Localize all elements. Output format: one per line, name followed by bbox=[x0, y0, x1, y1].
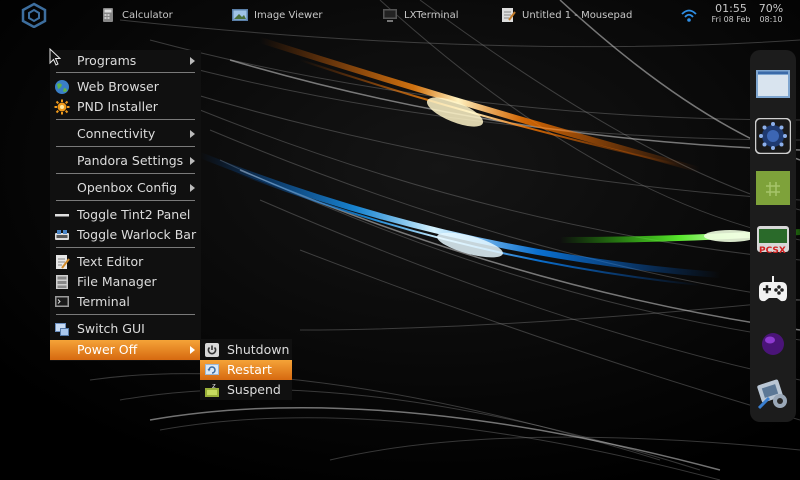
menu-item-power-off[interactable]: Power Off bbox=[50, 340, 201, 360]
warlock-bar-icon bbox=[55, 230, 69, 240]
menu-item-label: Restart bbox=[227, 362, 272, 377]
menu-item-label: Power Off bbox=[77, 342, 138, 357]
top-panel: Calculator Image Viewer LXTerminal Untit… bbox=[0, 0, 800, 30]
menu-separator bbox=[56, 72, 195, 73]
pcsx-app-icon[interactable]: PCSX bbox=[755, 222, 791, 258]
menu-item-label: Toggle Tint2 Panel bbox=[77, 207, 191, 222]
menu-item-restart[interactable]: Restart bbox=[200, 360, 292, 380]
window-app-icon[interactable] bbox=[755, 66, 791, 102]
main-menu: Programs Web Browser PND Installer Conne… bbox=[50, 50, 201, 361]
svg-text:z: z bbox=[212, 382, 216, 390]
terminal-icon bbox=[55, 296, 69, 307]
submenu-arrow-icon bbox=[190, 157, 195, 165]
menu-item-file-manager[interactable]: File Manager bbox=[50, 272, 201, 292]
image-viewer-icon bbox=[232, 9, 248, 21]
gamepad-icon[interactable] bbox=[755, 274, 791, 310]
task-lxterminal[interactable]: LXTerminal bbox=[382, 6, 459, 24]
pnd-installer-icon bbox=[54, 99, 70, 115]
task-label: Untitled 1 - Mousepad bbox=[522, 9, 633, 21]
file-manager-icon bbox=[56, 275, 68, 289]
menu-item-label: Openbox Config bbox=[77, 180, 178, 195]
panel-toggle-icon bbox=[55, 214, 69, 217]
menu-item-toggle-tint2-panel[interactable]: Toggle Tint2 Panel bbox=[50, 205, 201, 225]
menu-item-label: Pandora Settings bbox=[77, 153, 184, 168]
wifi-icon[interactable] bbox=[680, 7, 698, 23]
menu-item-label: Toggle Warlock Bar bbox=[77, 227, 197, 242]
clock[interactable]: 01:55 Fri 08 Feb bbox=[706, 3, 756, 25]
film-settings-icon[interactable] bbox=[755, 376, 791, 412]
clock-time: 01:55 bbox=[715, 2, 747, 15]
shutdown-icon bbox=[205, 343, 219, 357]
menu-item-terminal[interactable]: Terminal bbox=[50, 292, 201, 312]
restart-icon bbox=[205, 364, 219, 375]
task-mousepad[interactable]: Untitled 1 - Mousepad bbox=[500, 6, 632, 24]
purple-orb-app-icon[interactable] bbox=[755, 326, 791, 362]
submenu-arrow-icon bbox=[190, 184, 195, 192]
menu-separator bbox=[56, 119, 195, 120]
menu-item-web-browser[interactable]: Web Browser bbox=[50, 77, 201, 97]
submenu-arrow-icon bbox=[190, 57, 195, 65]
terminal-icon bbox=[383, 9, 397, 22]
menu-item-shutdown[interactable]: Shutdown bbox=[200, 340, 292, 360]
menu-separator bbox=[56, 146, 195, 147]
menu-item-toggle-warlock-bar[interactable]: Toggle Warlock Bar bbox=[50, 225, 201, 245]
globe-icon bbox=[55, 80, 69, 94]
submenu-arrow-icon bbox=[190, 346, 195, 354]
menu-item-programs[interactable]: Programs bbox=[50, 51, 201, 71]
green-square-app-icon[interactable] bbox=[755, 170, 791, 206]
task-label: Image Viewer bbox=[254, 9, 323, 21]
calculator-icon bbox=[103, 8, 113, 22]
task-label: LXTerminal bbox=[404, 9, 459, 21]
menu-item-label: Suspend bbox=[227, 382, 281, 397]
task-image-viewer[interactable]: Image Viewer bbox=[232, 6, 323, 24]
menu-item-suspend[interactable]: z Suspend bbox=[200, 380, 292, 400]
menu-item-label: File Manager bbox=[77, 274, 157, 289]
mouse-cursor-icon bbox=[49, 48, 61, 66]
power-off-submenu: Shutdown Restart z Suspend bbox=[200, 339, 292, 400]
task-calculator[interactable]: Calculator bbox=[100, 6, 173, 24]
menu-item-label: Terminal bbox=[77, 294, 130, 309]
menu-item-label: PND Installer bbox=[77, 99, 158, 114]
menu-separator bbox=[56, 247, 195, 248]
menu-separator bbox=[56, 173, 195, 174]
menu-item-label: Shutdown bbox=[227, 342, 290, 357]
menu-item-switch-gui[interactable]: Switch GUI bbox=[50, 319, 201, 339]
blue-gear-app-icon[interactable] bbox=[755, 118, 791, 154]
svg-text:PCSX: PCSX bbox=[759, 246, 786, 256]
switch-gui-icon bbox=[55, 323, 69, 336]
suspend-icon: z bbox=[205, 382, 219, 397]
submenu-arrow-icon bbox=[190, 130, 195, 138]
clock-date: Fri 08 Feb bbox=[711, 15, 751, 24]
app-dock: PCSX bbox=[750, 50, 796, 422]
menu-item-pnd-installer[interactable]: PND Installer bbox=[50, 97, 201, 117]
menu-item-label: Text Editor bbox=[77, 254, 144, 269]
menu-item-connectivity[interactable]: Connectivity bbox=[50, 124, 201, 144]
battery-time: 08:10 bbox=[759, 15, 783, 24]
menu-separator bbox=[56, 200, 195, 201]
menu-item-label: Programs bbox=[77, 53, 137, 68]
menu-item-label: Connectivity bbox=[77, 126, 156, 141]
menu-item-pandora-settings[interactable]: Pandora Settings bbox=[50, 151, 201, 171]
menu-item-text-editor[interactable]: Text Editor bbox=[50, 252, 201, 272]
task-label: Calculator bbox=[122, 9, 173, 21]
text-editor-icon bbox=[502, 8, 516, 22]
battery-percent: 70% bbox=[758, 2, 784, 15]
text-editor-icon bbox=[56, 255, 70, 269]
menu-item-label: Web Browser bbox=[77, 79, 159, 94]
battery-indicator[interactable]: 70% 08:10 bbox=[756, 3, 786, 25]
menu-item-label: Switch GUI bbox=[77, 321, 145, 336]
pandora-logo-icon[interactable] bbox=[20, 2, 48, 28]
menu-item-openbox-config[interactable]: Openbox Config bbox=[50, 178, 201, 198]
menu-separator bbox=[56, 314, 195, 315]
